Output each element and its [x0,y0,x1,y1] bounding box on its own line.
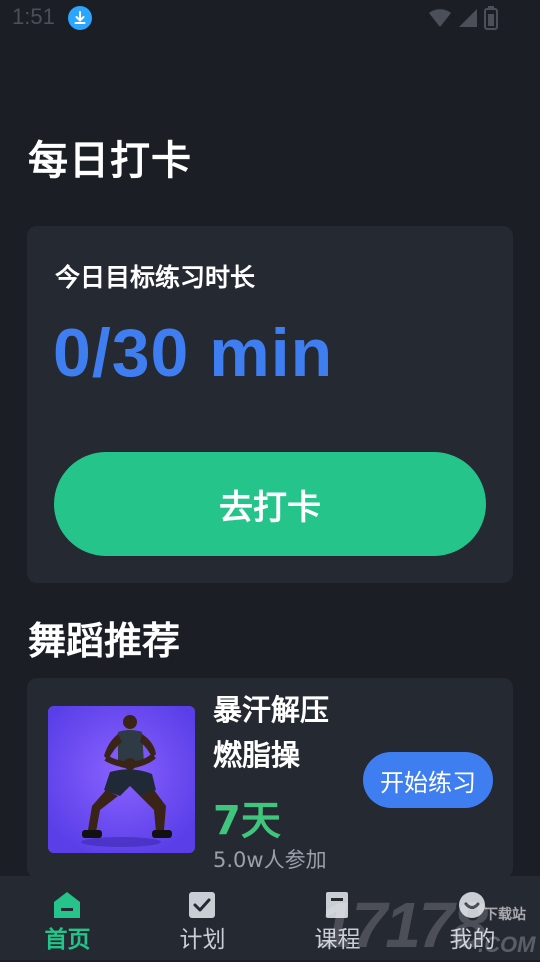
plan-check-icon [189,892,215,918]
workout-title-line2: 燃脂操 [213,738,301,772]
battery-icon [484,6,498,30]
status-bar: 1:51 [0,0,540,36]
start-practice-button[interactable]: 开始练习 [363,752,493,808]
tab-home-label: 首页 [44,927,91,953]
tab-plan[interactable]: 计划 [135,876,270,960]
checkin-button[interactable]: 去打卡 [54,452,486,556]
athlete-squat-image [48,706,195,853]
workout-title-line1: 暴汗解压 [213,693,330,727]
goal-progress-value: 0/30 min [53,315,334,391]
daily-checkin-card: 今日目标练习时长 0/30 min 去打卡 [27,226,513,583]
tab-course-label: 课程 [314,927,361,953]
wifi-icon [429,9,451,27]
profile-icon [459,892,485,918]
tab-course[interactable]: 课程 [270,876,405,960]
tab-profile-label: 我的 [449,927,496,953]
workout-title: 暴汗解压 燃脂操 [213,688,373,778]
status-time: 1:51 [12,4,55,29]
course-icon [326,892,348,918]
tab-home[interactable]: 首页 [0,876,135,960]
page-title: 每日打卡 [28,138,192,184]
goal-label: 今日目标练习时长 [55,263,256,292]
bottom-tab-bar: 首页 计划 课程 我的 [0,876,540,960]
workout-thumbnail[interactable] [48,706,195,853]
signal-icon [459,9,477,27]
workout-duration: 7天 [213,798,281,844]
dance-recommendation-card[interactable]: 暴汗解压 燃脂操 7天 5.0w人参加 开始练习 [27,678,513,878]
workout-participants: 5.0w人参加 [213,848,327,872]
tab-profile[interactable]: 我的 [405,876,540,960]
home-icon [54,892,80,918]
section-title-dance: 舞蹈推荐 [28,619,181,663]
tab-plan-label: 计划 [179,927,226,953]
download-icon [68,6,92,30]
